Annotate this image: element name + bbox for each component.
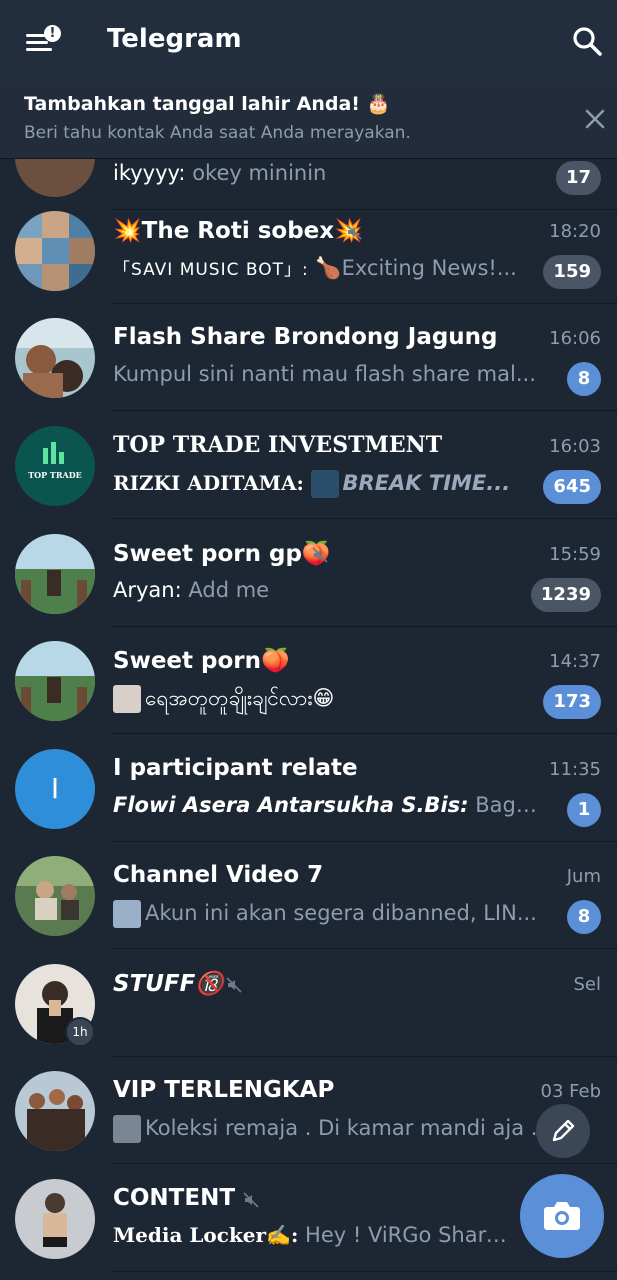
avatar	[15, 641, 95, 721]
chat-title: Flash Share Brondong Jagung	[113, 324, 498, 350]
chat-row[interactable]: VIP TERLENGKAP 03 Feb Koleksi remaja . D…	[0, 1057, 617, 1164]
banner-close-button[interactable]	[579, 103, 611, 135]
app-title: Telegram	[107, 24, 242, 54]
chat-time: 16:06	[549, 328, 601, 349]
avatar	[15, 1071, 95, 1151]
camera-icon	[544, 1202, 580, 1230]
mute-icon	[243, 1192, 259, 1208]
top-app-bar: ! Telegram	[0, 0, 617, 83]
chat-time: 18:20	[549, 221, 601, 242]
mute-icon	[312, 547, 328, 563]
mute-icon	[346, 224, 362, 240]
mute-icon	[226, 977, 242, 993]
chat-time: 14:37	[549, 651, 601, 672]
unread-badge: 645	[543, 470, 601, 504]
chat-preview: Akun ini akan segera dibanned, LIN...	[113, 900, 538, 928]
chat-preview: 「SAVI MUSIC BOT」: 🍗Exciting News!...	[113, 256, 517, 280]
chat-title: I participant relate	[113, 755, 358, 781]
chat-time: 03 Feb	[540, 1081, 602, 1102]
new-message-button[interactable]	[536, 1104, 590, 1158]
banner-title: Tambahkan tanggal lahir Anda! 🎂	[24, 93, 391, 115]
chat-title: TOP TRADE INVESTMENT	[113, 432, 443, 458]
unread-badge: 8	[567, 900, 601, 934]
avatar-logo-text: TOP TRADE	[28, 470, 82, 480]
chat-row[interactable]: Flash Share Brondong Jagung 16:06 Kumpul…	[0, 304, 617, 411]
chat-title: Sweet porn🍑	[113, 648, 290, 674]
pencil-icon	[552, 1119, 575, 1142]
avatar	[15, 534, 95, 614]
chat-preview: ရေအတူတူချိုးချင်လား😁	[113, 685, 538, 716]
avatar	[15, 1179, 95, 1259]
chat-row[interactable]: TOP TRADE TOP TRADE INVESTMENT 16:03 RIZ…	[0, 412, 617, 519]
chat-row[interactable]: I I participant relate 11:35 Flowi Asera…	[0, 735, 617, 842]
chat-preview: Flowi Asera Antarsukha S.Bis: Bagi y...	[113, 793, 538, 817]
close-icon	[585, 109, 605, 129]
media-thumbnail	[113, 685, 141, 713]
chat-title: 💥The Roti sobex💥	[113, 218, 363, 244]
avatar: I	[15, 749, 95, 829]
chat-title: Channel Video 7	[113, 862, 324, 888]
avatar	[15, 159, 95, 197]
chat-title: CONTENT	[113, 1185, 236, 1211]
chat-time: Jum	[566, 866, 601, 887]
avatar	[15, 856, 95, 936]
chat-row[interactable]: Sweet porn🍑 14:37 ရေအတူတူချိုးချင်လား😁 1…	[0, 627, 617, 734]
unread-badge: 1	[567, 793, 601, 827]
chat-preview: Aryan: Add me	[113, 578, 270, 602]
chat-row[interactable]: 💥The Roti sobex💥 18:20 「SAVI MUSIC BOT」:…	[0, 197, 617, 304]
search-button[interactable]	[568, 22, 608, 62]
chat-title: VIP TERLENGKAP	[113, 1077, 335, 1103]
media-thumbnail	[113, 900, 141, 928]
chat-title: STUFF🔞	[113, 971, 224, 997]
story-badge: 1h	[65, 1017, 95, 1047]
banner-subtitle: Beri tahu kontak Anda saat Anda merayaka…	[24, 123, 411, 143]
unread-badge: 8	[567, 362, 601, 396]
chat-time: Sel	[573, 974, 601, 995]
unread-badge: 159	[543, 255, 601, 289]
avatar	[15, 318, 95, 398]
chat-preview: Koleksi remaja . Di kamar mandi aja .	[113, 1115, 573, 1143]
chat-time: 16:03	[549, 436, 601, 457]
chat-preview: Media Locker✍️: Hey ! ViRGo Share...	[113, 1223, 513, 1247]
media-thumbnail	[113, 1115, 141, 1143]
chat-preview: Kumpul sini nanti mau flash share mal...	[113, 362, 536, 386]
birthday-banner[interactable]: Tambahkan tanggal lahir Anda! 🎂 Beri tah…	[0, 83, 617, 159]
camera-story-button[interactable]	[520, 1174, 604, 1258]
chat-row[interactable]: 1h STUFF🔞 Sel	[0, 950, 617, 1057]
media-thumbnail	[310, 470, 339, 498]
avatar	[15, 211, 95, 291]
chat-preview: RIZKI ADITAMA: BREAK TIME...	[113, 470, 538, 498]
unread-badge: 17	[555, 161, 601, 195]
unread-badge: 1239	[530, 578, 601, 612]
avatar: TOP TRADE	[15, 426, 95, 506]
chat-list: ikyyyy: okey mininin 17 💥The Roti sobex💥…	[0, 159, 617, 1280]
chat-preview: ikyyyy: okey mininin	[113, 161, 327, 185]
chat-time: 15:59	[549, 544, 601, 565]
menu-button[interactable]: !	[20, 22, 64, 62]
unread-badge: 173	[543, 685, 601, 719]
chat-title: Sweet porn gp🍑	[113, 541, 331, 567]
search-icon	[573, 27, 602, 56]
chat-row[interactable]: Channel Video 7 Jum Akun ini akan segera…	[0, 842, 617, 949]
chat-time: 11:35	[549, 759, 601, 780]
chat-row[interactable]: Sweet porn gp🍑 15:59 Aryan: Add me 1239	[0, 520, 617, 627]
